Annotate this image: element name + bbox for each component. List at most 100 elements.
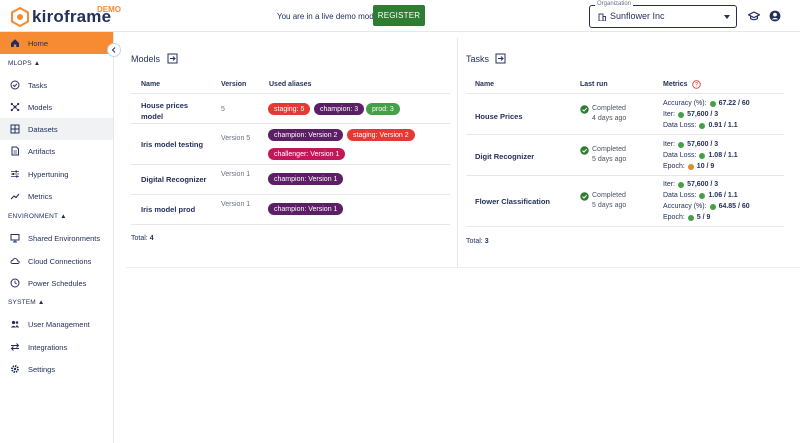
sidebar-item-label: Models [28,102,53,112]
swap-arrows-icon [10,343,20,351]
metric-value: 57,600 / 3 [687,181,719,188]
metric-item: Data Loss: 1.06 / 1.1 [663,191,738,201]
metric-label: Epoch: [663,163,685,170]
section-mlops[interactable]: MLOPS ▲ [8,60,40,67]
register-button[interactable]: REGISTER [373,5,425,26]
sidebar-item-integrations[interactable]: Integrations [0,336,113,358]
metric-item: Accuracy (%): 67.22 / 60 [663,99,750,109]
open-link-icon[interactable] [495,53,506,64]
metric-label: Iter: [663,181,676,188]
sidebar: Home MLOPS ▲ Tasks Models Datasets Artif… [0,32,114,443]
alias-chip: champion: Version 2 [268,129,344,141]
last-run-time: 4 days ago [592,115,627,122]
collapse-sidebar-button[interactable] [107,43,121,57]
alias-chip: champion: 3 [314,103,365,115]
sidebar-item-cloud-connections[interactable]: Cloud Connections [0,250,113,272]
help-icon[interactable]: ? [692,80,701,89]
alias-chip: champion: Version 1 [268,173,344,185]
alias-chip: challenger: Version 1 [268,148,346,160]
demo-badge: DEMO [97,5,121,14]
row-divider [466,175,784,176]
metric-value: 57,600 / 3 [687,111,719,118]
model-name-link[interactable]: Digital Recognizer [141,174,206,185]
task-name-link[interactable]: House Prices [475,111,523,122]
task-name-link[interactable]: Flower Classification [475,196,550,207]
metric-item: Accuracy (%): 64.85 / 60 [663,202,750,212]
sidebar-item-label: Integrations [28,342,68,352]
tasks-title: Tasks [466,54,490,64]
metric-value: 5 / 9 [696,214,711,221]
metric-label: Data Loss: [663,192,697,199]
total-value: 4 [149,235,154,242]
demo-notice: You are in a live demo mode [277,12,379,21]
alias-chip: prod: 3 [366,103,400,115]
sidebar-item-home[interactable]: Home [0,32,113,54]
metric-status-dot [699,193,706,199]
user-account-icon[interactable] [769,10,781,22]
check-circle-icon [580,146,589,155]
chevron-down-icon [724,15,730,19]
metric-value: 10 / 9 [696,163,715,170]
model-name-link[interactable]: Iris model prod [141,204,195,215]
sidebar-item-models[interactable]: Models [0,96,113,118]
task-name-link[interactable]: Digit Recognizer [475,151,534,162]
trend-line-icon [10,193,20,200]
metric-label: Iter: [663,111,676,118]
section-system[interactable]: SYSTEM ▲ [8,299,45,306]
total-label: Total: [466,238,483,245]
metric-item: Data Loss: 1.08 / 1.1 [663,151,738,161]
model-name-link[interactable]: Iris model testing [141,139,203,150]
sidebar-item-artifacts[interactable]: Artifacts [0,140,113,162]
metric-status-dot [687,215,694,221]
status-text: Completed [592,146,626,153]
row-divider [131,164,450,165]
sidebar-item-settings[interactable]: Settings [0,358,113,380]
sidebar-item-power-schedules[interactable]: Power Schedules [0,272,113,294]
users-icon [10,320,20,328]
task-status: Completed 4 days ago [580,104,626,124]
model-version: Version 5 [221,135,251,142]
metric-status-dot [678,112,685,118]
logo-icon [11,7,29,27]
metric-status-dot [678,142,685,148]
sidebar-item-metrics[interactable]: Metrics [0,185,113,207]
organization-value: Sunflower Inc [610,11,665,21]
sidebar-item-user-management[interactable]: User Management [0,313,113,335]
building-icon [598,13,606,21]
sliders-icon [11,170,19,178]
chevron-left-icon [111,47,116,53]
row-divider [466,93,784,94]
metric-label: Data Loss: [663,122,697,129]
metric-label: Accuracy (%): [663,203,707,210]
graduation-cap-icon[interactable] [748,10,760,22]
sidebar-item-datasets[interactable]: Datasets [0,118,113,140]
metric-value: 64.85 / 60 [718,203,750,210]
section-environment[interactable]: ENVIRONMENT ▲ [8,213,67,220]
metric-status-dot [709,101,716,107]
sidebar-item-label: Cloud Connections [28,256,92,266]
metric-item: Iter: 57,600 / 3 [663,110,718,120]
model-name-link[interactable]: House prices model [141,100,211,122]
sidebar-item-shared-environments[interactable]: Shared Environments [0,227,113,249]
row-divider [131,224,450,225]
task-status: Completed 5 days ago [580,145,626,165]
models-network-icon [10,102,20,112]
last-run-time: 5 days ago [592,202,627,209]
content-bottom-border [126,267,800,268]
home-icon [11,39,19,47]
metric-label: Accuracy (%): [663,100,707,107]
metric-status-dot [699,123,706,129]
alias-chip: staging: Version 2 [347,129,415,141]
metric-label: Data Loss: [663,152,697,159]
sidebar-item-hypertuning[interactable]: Hypertuning [0,163,113,185]
row-divider [131,123,450,124]
tasks-header-last-run: Last run [580,81,608,88]
open-link-icon[interactable] [167,53,178,64]
panel-divider [457,38,458,268]
metric-status-dot [687,164,694,170]
tasks-header-name: Name [475,81,495,88]
sidebar-item-label: Hypertuning [28,169,69,179]
model-version: Version 1 [221,201,251,208]
top-bar: kiroframe DEMO You are in a live demo mo… [0,0,800,32]
sidebar-item-tasks[interactable]: Tasks [0,74,113,96]
